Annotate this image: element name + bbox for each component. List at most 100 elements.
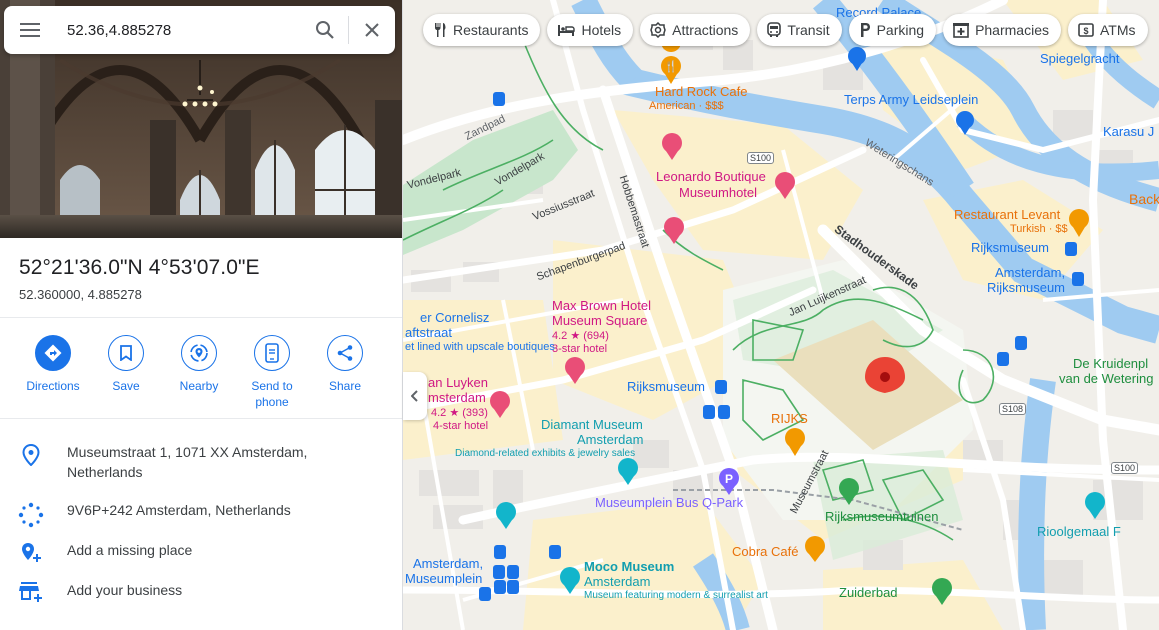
- clear-search-button[interactable]: [349, 6, 395, 54]
- s100-shield-b: S100: [1111, 462, 1139, 474]
- chip-atms-label: ATMs: [1099, 22, 1136, 38]
- diamant-sub: Diamond-related exhibits & jewelry sales: [455, 448, 636, 459]
- museumplein-bus-label[interactable]: Museumplein Bus Q-Park: [595, 495, 743, 510]
- chip-hotels[interactable]: Hotels: [547, 14, 634, 46]
- maxbrown-label-1[interactable]: Max Brown Hotel: [552, 298, 651, 313]
- chip-pharmacies-label: Pharmacies: [975, 22, 1049, 38]
- share-button[interactable]: Share: [309, 335, 381, 394]
- rijksmuseumtuinen-label[interactable]: Rijksmuseumtuinen: [825, 509, 938, 524]
- address-row[interactable]: Museumstraat 1, 1071 XX Amsterdam, Nether…: [0, 442, 402, 482]
- amsterdam-mp-label-2[interactable]: Museumplein: [405, 571, 482, 586]
- chip-pharmacies[interactable]: Pharmacies: [943, 14, 1061, 46]
- plus-code-row[interactable]: 9V6P+242 Amsterdam, Netherlands: [0, 500, 402, 528]
- levant-sub: Turkish · $$: [1010, 223, 1068, 235]
- close-icon: [365, 23, 379, 37]
- karasu-label[interactable]: Karasu J: [1103, 124, 1154, 139]
- chip-atms[interactable]: $ ATMs: [1067, 14, 1148, 46]
- chip-transit[interactable]: Transit: [757, 14, 842, 46]
- chip-hotels-label: Hotels: [581, 22, 622, 38]
- add-location-icon: [22, 543, 41, 562]
- rijks-restaurant-label[interactable]: RIJKS: [771, 411, 808, 426]
- save-button[interactable]: Save: [90, 335, 162, 394]
- bed-icon: [558, 25, 576, 36]
- send-to-phone-button[interactable]: Send to phone: [236, 335, 308, 410]
- share-label: Share: [328, 379, 362, 393]
- amsterdam-mp-label-1[interactable]: Amsterdam,: [413, 556, 483, 571]
- maxbrown-label-2[interactable]: Museum Square: [552, 313, 647, 328]
- pharmacy-icon: [953, 23, 970, 38]
- place-title: 52°21'36.0"N 4°53'07.0"E: [19, 256, 260, 279]
- directions-button[interactable]: Directions: [17, 335, 89, 394]
- moco-label-1[interactable]: Moco Museum: [584, 559, 674, 574]
- cornelisz-sub: et lined with upscale boutiques: [405, 341, 555, 353]
- category-chips: Restaurants Hotels Attractions Transit P…: [423, 14, 1148, 46]
- spiegelgracht-label[interactable]: Spiegelgracht: [1040, 51, 1120, 66]
- send-to-phone-icon: [254, 335, 290, 371]
- rioolgemaal-label[interactable]: Rioolgemaal F: [1037, 524, 1121, 539]
- leonardo-label-2[interactable]: Museumhotel: [679, 185, 757, 200]
- bus-icon: [767, 22, 782, 37]
- back-label[interactable]: Back: [1129, 191, 1159, 207]
- location-pin-icon: [22, 444, 40, 466]
- diamant-label-2[interactable]: Amsterdam: [577, 432, 643, 447]
- leonardo-label-1[interactable]: Leonardo Boutique: [656, 169, 766, 184]
- fork-knife-icon: [435, 23, 446, 37]
- chip-parking-label: Parking: [876, 22, 925, 38]
- kruidentuin-label-1[interactable]: De Kruidenpl: [1073, 356, 1148, 371]
- svg-text:$: $: [1083, 26, 1088, 36]
- divider-top: [0, 317, 402, 318]
- vanluyken-label-1[interactable]: an Luyken: [428, 375, 488, 390]
- nearby-button[interactable]: Nearby: [163, 335, 235, 394]
- chip-restaurants-label: Restaurants: [453, 22, 529, 38]
- hamburger-icon: [20, 23, 40, 37]
- chip-transit-label: Transit: [787, 22, 830, 38]
- send-to-label-line2: phone: [255, 395, 289, 409]
- restaurant-levant-label[interactable]: Restaurant Levant: [954, 207, 1060, 222]
- search-icon: [316, 21, 334, 39]
- search-box: [4, 6, 395, 54]
- vanluyken-label-2[interactable]: msterdam: [428, 390, 486, 405]
- diamant-label-1[interactable]: Diamant Museum: [541, 417, 643, 432]
- hard-rock-sub: American · $$$: [649, 100, 724, 112]
- send-to-label-line1: Send to: [251, 379, 293, 393]
- add-business-icon: [19, 582, 42, 602]
- cobra-label[interactable]: Cobra Café: [732, 544, 798, 559]
- amsterdam-rijks-label-1[interactable]: Amsterdam,: [995, 265, 1065, 280]
- moco-sub: Museum featuring modern & surrealist art: [584, 590, 768, 601]
- nearby-label: Nearby: [179, 379, 219, 393]
- plus-code-icon: [18, 502, 44, 528]
- atm-icon: $: [1078, 23, 1094, 37]
- terps-label[interactable]: Terps Army Leidseplein: [844, 92, 978, 107]
- add-missing-place-row[interactable]: Add a missing place: [0, 540, 402, 563]
- address-line-1: Museumstraat 1, 1071 XX Amsterdam,: [67, 444, 308, 460]
- amsterdam-rijks-label-2[interactable]: Rijksmuseum: [987, 280, 1065, 295]
- menu-button[interactable]: [4, 6, 56, 54]
- chip-parking[interactable]: Parking: [848, 14, 937, 46]
- s108-shield: S108: [999, 403, 1027, 415]
- bookmark-icon: [108, 335, 144, 371]
- zuiderbad-label[interactable]: Zuiderbad: [839, 585, 898, 600]
- address-line-2: Netherlands: [67, 464, 143, 480]
- nearby-icon: [181, 335, 217, 371]
- chip-restaurants[interactable]: Restaurants: [423, 14, 541, 46]
- map-canvas[interactable]: Hard Rock Cafe American · $$$ Terps Army…: [403, 0, 1159, 630]
- rijksmuseum-stop-label[interactable]: Rijksmuseum: [627, 379, 705, 394]
- parking-icon: [860, 23, 870, 37]
- moco-label-2[interactable]: Amsterdam: [584, 574, 650, 589]
- search-input[interactable]: [56, 10, 302, 50]
- chip-attractions[interactable]: Attractions: [640, 14, 751, 46]
- divider-mid: [0, 418, 402, 419]
- hard-rock-label[interactable]: Hard Rock Cafe: [655, 84, 747, 99]
- share-icon: [327, 335, 363, 371]
- kruidentuin-label-2[interactable]: van de Wetering: [1059, 371, 1153, 386]
- maxbrown-class: 3-star hotel: [552, 343, 608, 355]
- save-label: Save: [112, 379, 140, 393]
- collapse-panel-button[interactable]: [403, 372, 427, 420]
- rijksmuseum-station-label[interactable]: Rijksmuseum: [971, 240, 1049, 255]
- directions-icon: [35, 335, 71, 371]
- search-button[interactable]: [302, 6, 348, 54]
- cornelisz-label-1[interactable]: er Cornelisz: [420, 310, 489, 325]
- cornelisz-label-2[interactable]: aftstraat: [405, 325, 452, 340]
- add-business-row[interactable]: Add your business: [0, 580, 402, 603]
- chevron-left-icon: [411, 390, 418, 402]
